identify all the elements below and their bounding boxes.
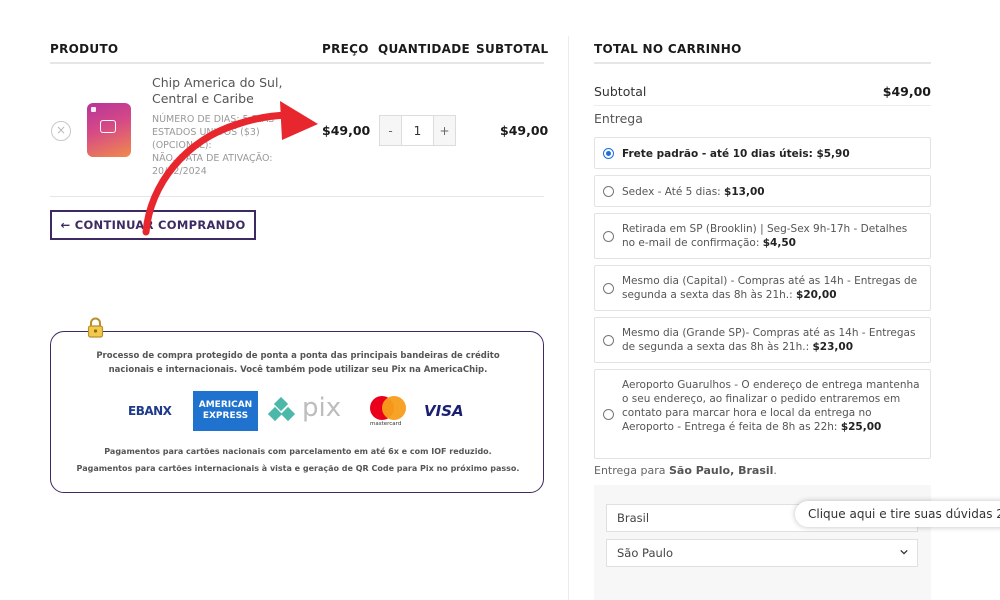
pix-icon [268,397,296,422]
security-text-line2: nacionais e internacionais. Você também … [108,365,488,375]
shipping-label: Entrega [594,111,643,126]
cart-totals-title: TOTAL NO CARRINHO [594,42,742,56]
security-note-national: Pagamentos para cartões nacionais com pa… [104,447,492,456]
row-divider [50,196,544,197]
security-text-line1: Processo de compra protegido de ponta a … [96,351,500,361]
padlock-icon [87,317,104,338]
totals-subtotal-value: $49,00 [882,84,931,99]
continue-shopping-button[interactable]: ← CONTINUAR COMPRANDO [50,210,256,240]
shipping-option-text: Sedex - Até 5 dias: $13,00 [622,186,765,198]
brand-mark-icon [91,107,96,112]
shipping-option-pickup[interactable]: Retirada em SP (Brooklin) | Seg-Sex 9h-1… [594,213,931,259]
product-name[interactable]: Chip America do Sul, Central e Caribe [152,75,302,107]
quantity-increase-button[interactable]: + [433,116,455,145]
shipping-option-sedex[interactable]: Sedex - Até 5 dias: $13,00 [594,175,931,207]
quantity-stepper[interactable]: - 1 + [379,115,456,146]
meta-states: ESTADOS UNIDOS ($3) [152,127,260,138]
shipping-option-airport[interactable]: Aeroporto Guarulhos - O endereço de entr… [594,369,931,459]
quantity-input[interactable]: 1 [402,116,433,145]
product-thumbnail[interactable] [87,103,131,157]
shipping-radio-sedex[interactable] [603,186,614,197]
shipping-option-text: Mesmo dia (Grande SP)- Compras até as 14… [622,327,916,353]
shipping-option-same-day-greater-sp[interactable]: Mesmo dia (Grande SP)- Compras até as 14… [594,317,931,363]
pix-logo: pix [302,393,342,423]
column-header-price: PREÇO [322,42,369,56]
shipping-option-text: Aeroporto Guarulhos - O endereço de entr… [622,379,920,433]
payment-logos: EBANX AMERICAN EXPRESS pix mastercard VI… [118,391,468,431]
shipping-radio-standard[interactable] [603,148,614,159]
security-note-international: Pagamentos para cartões internacionais à… [76,464,520,473]
shipping-destination: Entrega para São Paulo, Brasil. [594,464,777,477]
amex-logo: AMERICAN EXPRESS [193,391,258,431]
shipping-option-same-day-capital[interactable]: Mesmo dia (Capital) - Compras até as 14h… [594,265,931,311]
shipping-option-standard[interactable]: Frete padrão - até 10 dias úteis: $5,90 [594,137,931,169]
shipping-radio-same-day-greater-sp[interactable] [603,335,614,346]
help-chat-bubble[interactable]: Clique aqui e tire suas dúvidas 24 [795,501,1000,527]
meta-activation: NÃO. DATA DE ATIVAÇÃO: [152,153,273,164]
amex-logo-line1: AMERICAN [198,400,253,410]
shipping-option-text: Frete padrão - até 10 dias úteis: $5,90 [622,148,850,160]
visa-logo: VISA [424,402,464,420]
state-select[interactable]: São Paulo [606,539,918,567]
meta-days: NÚMERO DE DIAS: 5 DIAS [152,114,275,125]
item-price: $49,00 [322,123,371,138]
shipping-option-text: Mesmo dia (Capital) - Compras até as 14h… [622,275,918,301]
totals-subtotal-label: Subtotal [594,84,647,99]
meta-optional: (OPCIONAL): [152,140,212,151]
ebanx-logo: EBANX [128,404,172,418]
product-name-line2: Central e Caribe [152,91,254,106]
shipping-radio-same-day-capital[interactable] [603,283,614,294]
shipping-radio-airport[interactable] [603,409,614,420]
header-divider [50,62,544,64]
item-subtotal: $49,00 [500,123,549,138]
mastercard-icon [370,396,406,420]
meta-date: 20/02/2024 [152,166,207,177]
shipping-option-text: Retirada em SP (Brooklin) | Seg-Sex 9h-1… [622,223,908,249]
chevron-down-icon [900,549,908,555]
mastercard-logo-text: mastercard [370,421,402,427]
totals-header-divider [594,62,931,64]
column-header-product: PRODUTO [50,42,119,56]
totals-divider [594,105,931,106]
quantity-decrease-button[interactable]: - [380,116,402,145]
product-meta: NÚMERO DE DIAS: 5 DIAS ESTADOS UNIDOS ($… [152,113,292,178]
column-header-subtotal: SUBTOTAL [476,42,549,56]
column-divider [568,36,569,600]
sim-chip-icon [100,120,116,133]
shipping-radio-pickup[interactable] [603,231,614,242]
product-name-line1: Chip America do Sul, [152,75,283,90]
amex-logo-line2: EXPRESS [202,411,249,421]
remove-item-icon[interactable]: × [51,121,71,141]
column-header-quantity: QUANTIDADE [378,42,470,56]
